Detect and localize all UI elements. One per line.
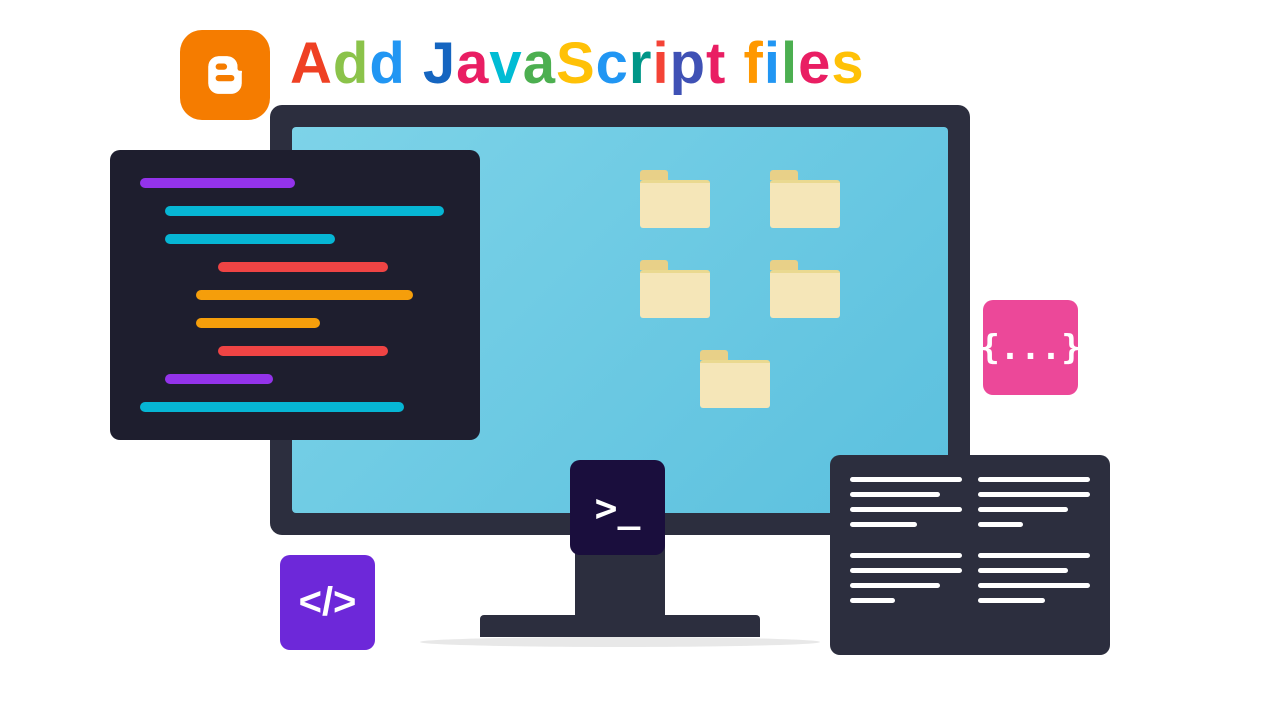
text-line (850, 568, 962, 573)
codetag-symbol: </> (299, 580, 357, 625)
terminal-icon: >_ (570, 460, 665, 555)
code-editor-window (110, 150, 480, 440)
code-line (140, 402, 404, 412)
blogger-icon (180, 30, 270, 120)
terminal-symbol: >_ (595, 486, 641, 530)
text-line (978, 477, 1090, 482)
text-line (978, 522, 1023, 527)
code-line (165, 206, 444, 216)
folder-icon (640, 260, 710, 315)
text-line (850, 583, 940, 588)
code-tag-icon: </> (280, 555, 375, 650)
folder-icon (770, 260, 840, 315)
text-line (978, 598, 1045, 603)
code-line (196, 318, 320, 328)
text-line (850, 477, 962, 482)
text-line (978, 492, 1090, 497)
page-title: Add JavaScript files (290, 30, 865, 97)
code-line (165, 374, 274, 384)
code-line (218, 262, 389, 272)
json-braces-icon: {...} (983, 300, 1078, 395)
text-line (850, 492, 940, 497)
text-line (850, 507, 962, 512)
text-line (978, 583, 1090, 588)
code-line (196, 290, 413, 300)
text-line (978, 507, 1068, 512)
text-line (978, 568, 1068, 573)
monitor-base (480, 615, 760, 637)
text-document-window (830, 455, 1110, 655)
text-line (978, 553, 1090, 558)
folder-icon (700, 350, 770, 405)
text-line (850, 598, 895, 603)
json-symbol: {...} (979, 328, 1081, 368)
code-line (165, 234, 336, 244)
code-line (140, 178, 295, 188)
code-line (218, 346, 389, 356)
folder-icon (770, 170, 840, 225)
text-line (850, 553, 962, 558)
monitor-shadow (420, 637, 820, 647)
text-line (850, 522, 917, 527)
folder-icon (640, 170, 710, 225)
